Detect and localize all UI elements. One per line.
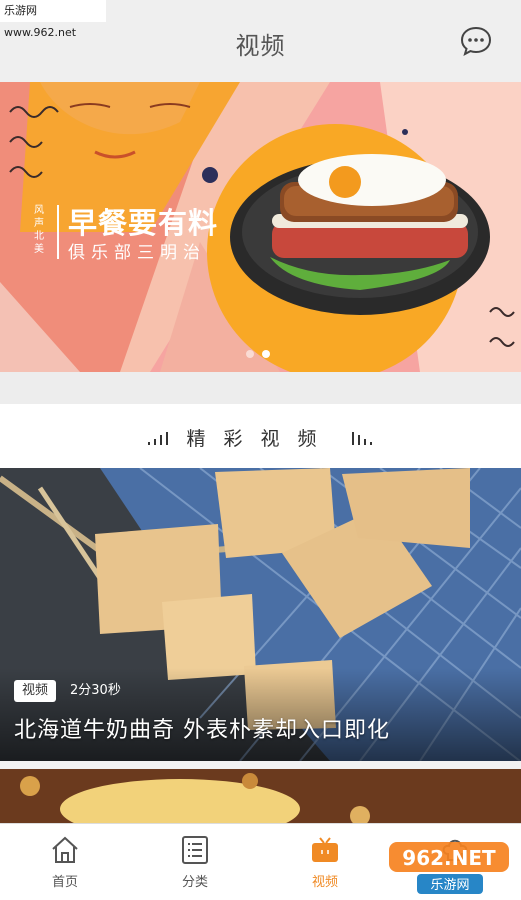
page-title: 视频	[235, 32, 286, 60]
video-card-next[interactable]	[0, 761, 521, 823]
tab-category[interactable]: 分类	[130, 824, 260, 900]
banner-tag: 风声北美	[34, 205, 44, 255]
tv-icon	[312, 837, 338, 862]
video-duration: 2分30秒	[70, 683, 121, 698]
next-video-thumbnail	[0, 761, 521, 823]
video-type-badge: 视频	[14, 680, 57, 702]
tab-video[interactable]: 视频	[260, 824, 390, 900]
svg-text:乐游网: 乐游网	[430, 878, 469, 893]
tab-home[interactable]: 首页	[0, 824, 130, 900]
banner-pagination	[246, 350, 270, 358]
pagination-dot-active[interactable]	[262, 350, 270, 358]
video-title[interactable]: 北海道牛奶曲奇 外表朴素却入口即化	[14, 712, 390, 744]
promo-banner[interactable]: 风声北美 早餐要有料 俱乐部三明治	[0, 82, 521, 372]
tab-video-label: 视频	[311, 875, 338, 890]
home-icon	[52, 836, 78, 863]
section-header: 精彩视频	[0, 404, 521, 468]
tab-category-label: 分类	[181, 875, 208, 890]
pagination-dot[interactable]	[246, 350, 254, 358]
svg-text:962.NET: 962.NET	[402, 846, 496, 870]
site-watermark-logo: 962.NET 乐游网	[389, 842, 509, 894]
tab-home-label: 首页	[51, 875, 78, 890]
section-title: 精彩视频	[186, 428, 335, 450]
banner-headline: 早餐要有料	[68, 206, 219, 240]
banner-divider	[57, 205, 59, 259]
watermark-text: 乐游网 www.962.net	[0, 0, 106, 39]
list-icon	[182, 836, 208, 864]
signal-right-icon	[352, 432, 372, 445]
banner-subtitle: 俱乐部三明治	[68, 243, 206, 263]
chat-bubble-icon[interactable]	[459, 24, 493, 58]
